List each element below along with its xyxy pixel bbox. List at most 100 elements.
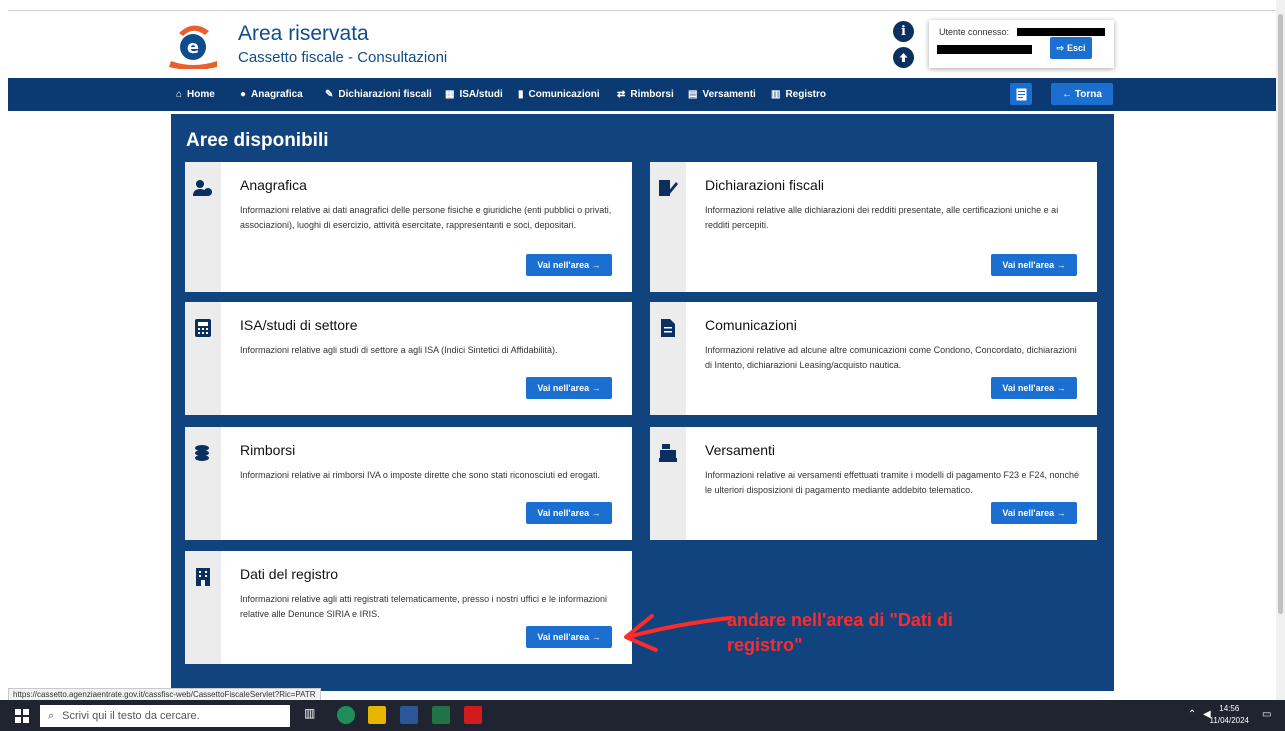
nav-dichiarazioni-label: Dichiarazioni fiscali <box>338 89 432 100</box>
card-description: Informazioni relative alle dichiarazioni… <box>705 205 1059 230</box>
clock-time: 14:56 <box>1219 704 1240 713</box>
excel-icon[interactable] <box>432 706 450 724</box>
building-icon: ▥ <box>771 89 781 100</box>
payment-icon: ▤ <box>688 89 698 100</box>
calculator-icon <box>193 318 213 338</box>
card-description: Informazioni relative ai dati anagrafici… <box>240 205 612 230</box>
redacted-userid <box>937 45 1032 54</box>
card-anagrafica: Anagrafica Informazioni relative ai dati… <box>185 162 632 292</box>
windows-taskbar: ⌕ Scrivi qui il testo da cercare. ▥ ⌃ ◀ … <box>0 700 1285 731</box>
nav-registro[interactable]: ▥ Registro <box>771 78 826 111</box>
card-rimborsi: Rimborsi Informazioni relative ai rimbor… <box>185 427 632 540</box>
users-icon: ● <box>240 89 247 100</box>
agenzia-entrate-logo[interactable]: e <box>165 17 221 69</box>
nav-dichiarazioni[interactable]: ✎ Dichiarazioni fiscali <box>325 78 432 111</box>
card-title: Versamenti <box>705 442 776 458</box>
task-view-icon[interactable]: ▥ <box>304 706 322 724</box>
card-title: Comunicazioni <box>705 317 797 333</box>
nav-comunicazioni-label: Comunicazioni <box>528 89 600 100</box>
browser-page: e Area riservata Cassetto fiscale - Cons… <box>8 0 1276 700</box>
logout-button[interactable]: ⇨ Esci <box>1050 37 1092 59</box>
card-versamenti: Versamenti Informazioni relative ai vers… <box>650 427 1097 540</box>
annotation-text: andare nell'area di "Dati di registro" <box>727 610 953 655</box>
nav-isa-label: ISA/studi <box>459 89 503 100</box>
card-description: Informazioni relative agli studi di sett… <box>240 345 558 355</box>
card-title: Rimborsi <box>240 442 296 458</box>
card-description: Informazioni relative ai rimborsi IVA o … <box>240 470 600 480</box>
nav-home[interactable]: ⌂ Home <box>176 78 215 111</box>
card-title: Anagrafica <box>240 177 307 193</box>
go-to-area-button[interactable]: Vai nell'area → <box>526 502 612 524</box>
logout-label: Esci <box>1067 43 1086 53</box>
nav-rimborsi-label: Rimborsi <box>630 89 674 100</box>
edge-icon[interactable] <box>337 706 355 724</box>
nav-anagrafica[interactable]: ● Anagrafica <box>240 78 303 111</box>
go-to-area-button[interactable]: Vai nell'area → <box>526 626 612 648</box>
go-to-area-button[interactable]: Vai nell'area → <box>526 377 612 399</box>
nav-registro-label: Registro <box>785 89 827 100</box>
top-divider <box>8 10 1276 11</box>
document-button[interactable] <box>1010 83 1032 105</box>
info-icon-glyph: i <box>901 24 906 39</box>
nav-rimborsi[interactable]: ⇄ Rimborsi <box>617 78 674 111</box>
nav-versamenti-label: Versamenti <box>702 89 756 100</box>
areas-title: Aree disponibili <box>186 130 329 151</box>
arrow-up-icon <box>899 53 908 62</box>
card-comunicazioni: Comunicazioni Informazioni relative ad a… <box>650 302 1097 415</box>
card-description: Informazioni relative agli atti registra… <box>240 594 607 619</box>
document-edit-icon <box>658 178 678 198</box>
card-title: Dichiarazioni fiscali <box>705 177 825 193</box>
card-registro: Dati del registro Informazioni relative … <box>185 551 632 664</box>
go-to-area-button[interactable]: Vai nell'area → <box>991 502 1077 524</box>
file-explorer-icon[interactable] <box>368 706 386 724</box>
acrobat-icon[interactable] <box>464 706 482 724</box>
notification-icon[interactable]: ▭ <box>1262 709 1271 720</box>
svg-text:e: e <box>187 37 199 58</box>
user-connected-label: Utente connesso: <box>939 27 1010 37</box>
users-icon <box>193 178 213 198</box>
redacted-username <box>1017 28 1105 36</box>
card-title: Dati del registro <box>240 566 339 582</box>
page-title: Area riservata <box>238 22 369 45</box>
nav-home-label: Home <box>187 89 215 100</box>
building-icon <box>193 567 213 587</box>
card-description: Informazioni relative ad alcune altre co… <box>705 345 1077 370</box>
windows-start-icon[interactable] <box>15 709 29 723</box>
word-icon[interactable] <box>400 706 418 724</box>
user-panel: Utente connesso: ⇨ Esci <box>929 20 1114 68</box>
logout-icon: ⇨ <box>1056 42 1065 53</box>
upload-icon[interactable] <box>893 47 914 68</box>
go-to-area-button[interactable]: Vai nell'area → <box>991 377 1077 399</box>
taskbar-search-input[interactable]: ⌕ Scrivi qui il testo da cercare. <box>40 705 290 727</box>
tray-chevron-icon[interactable]: ⌃ <box>1188 709 1196 720</box>
coins-icon <box>193 443 213 463</box>
refund-icon: ⇄ <box>617 89 626 100</box>
go-to-area-button[interactable]: Vai nell'area → <box>526 254 612 276</box>
file-icon <box>658 318 678 338</box>
home-icon: ⌂ <box>176 89 183 100</box>
nav-isa[interactable]: ▦ ISA/studi <box>445 78 503 111</box>
document-icon <box>1016 88 1026 100</box>
nav-anagrafica-label: Anagrafica <box>251 89 303 100</box>
card-title: ISA/studi di settore <box>240 317 358 333</box>
main-navbar: ⌂ Home ● Anagrafica ✎ Dichiarazioni fiscali… <box>8 78 1276 111</box>
page-subtitle: Cassetto fiscale - Consultazioni <box>238 49 448 66</box>
scrollbar-thumb[interactable] <box>1278 14 1283 614</box>
nav-comunicazioni[interactable]: ▮ Comunicazioni <box>518 78 600 111</box>
annotation-arrow <box>624 614 732 652</box>
card-dichiarazioni: Dichiarazioni fiscali Informazioni relat… <box>650 162 1097 292</box>
file-icon: ▮ <box>518 89 524 100</box>
cash-register-icon <box>658 443 678 463</box>
card-isa: ISA/studi di settore Informazioni relati… <box>185 302 632 415</box>
info-icon[interactable]: i <box>893 21 914 42</box>
status-bar-url: https://cassetto.agenziaentrate.gov.it/c… <box>8 688 321 700</box>
search-icon: ⌕ <box>48 709 55 722</box>
card-description: Informazioni relative ai versamenti effe… <box>705 470 1080 495</box>
search-placeholder: Scrivi qui il testo da cercare. <box>62 710 200 722</box>
nav-versamenti[interactable]: ▤ Versamenti <box>688 78 756 111</box>
taskbar-clock[interactable]: 14:56 11/04/2024 <box>1210 703 1249 727</box>
calculator-icon: ▦ <box>445 89 455 100</box>
back-button[interactable]: ← Torna <box>1051 83 1113 105</box>
document-edit-icon: ✎ <box>325 89 334 100</box>
go-to-area-button[interactable]: Vai nell'area → <box>991 254 1077 276</box>
